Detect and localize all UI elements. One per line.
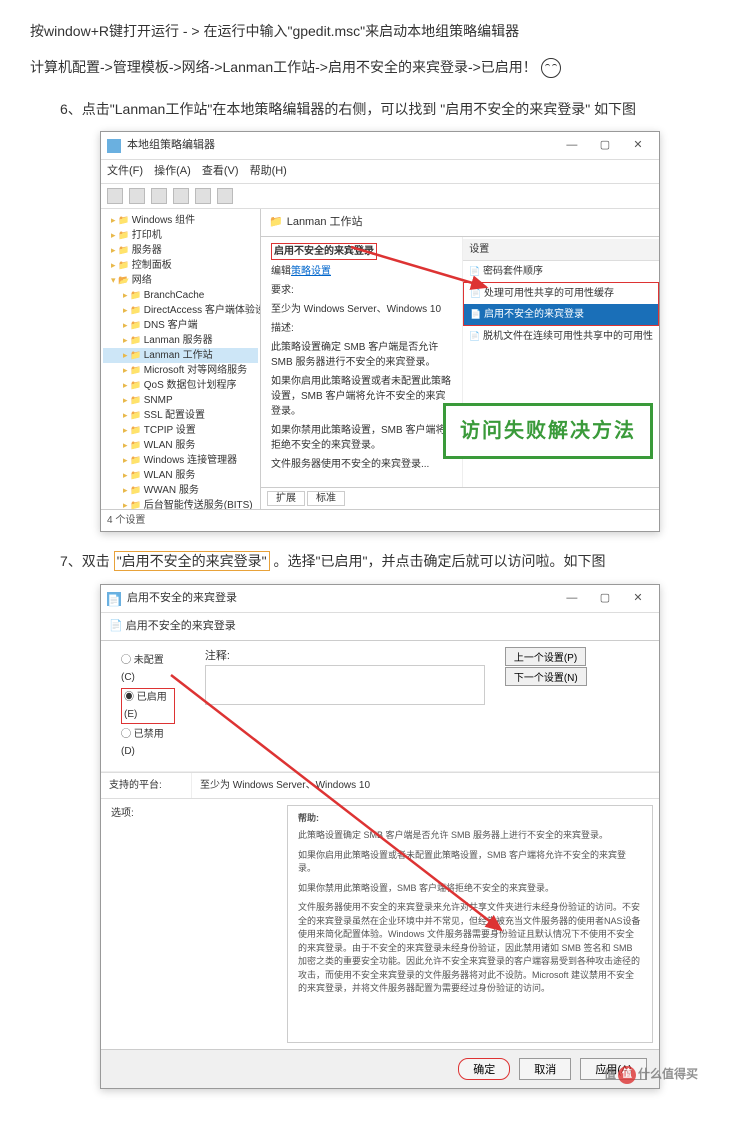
tree-node[interactable]: 服务器 xyxy=(103,243,258,258)
description-text-3: 如果你禁用此策略设置，SMB 客户端将拒绝不安全的来宾登录。 xyxy=(271,423,452,453)
help-text: 如果你启用此策略设置或者未配置此策略设置，SMB 客户端将允许不安全的来宾登录。 xyxy=(298,849,642,876)
tree-node[interactable]: TCPIP 设置 xyxy=(103,423,258,438)
close-button[interactable]: ✕ xyxy=(623,136,653,155)
tree-node[interactable]: Lanman 服务器 xyxy=(103,333,258,348)
menu-file[interactable]: 文件(F) xyxy=(107,165,143,177)
minimize-button[interactable]: — xyxy=(557,136,587,155)
requirement-text: 至少为 Windows Server、Windows 10 xyxy=(271,302,452,317)
maximize-button[interactable]: ▢ xyxy=(590,589,620,608)
step-7-text: 7、双击 "启用不安全的来宾登录" 。选择"已启用"，并点击确定后就可以访问啦。… xyxy=(60,550,704,574)
dialog-title: 启用不安全的来宾登录 xyxy=(127,589,557,608)
tree-node[interactable]: Windows 连接管理器 xyxy=(103,453,258,468)
dialog-app-icon: 📄 xyxy=(107,592,121,606)
next-setting-button[interactable]: 下一个设置(N) xyxy=(505,667,587,686)
help-text: 如果你禁用此策略设置，SMB 客户端将拒绝不安全的来宾登录。 xyxy=(298,882,642,896)
toolbar xyxy=(101,184,659,210)
radio-disabled[interactable]: ◯ 已禁用(D) xyxy=(121,726,175,760)
tab-standard[interactable]: 标准 xyxy=(307,491,345,506)
edit-policy-link[interactable]: 策略设置 xyxy=(291,266,331,277)
menu-view[interactable]: 查看(V) xyxy=(202,165,239,177)
tree-node[interactable]: WLAN 服务 xyxy=(103,438,258,453)
ok-button[interactable]: 确定 xyxy=(458,1058,510,1080)
tree-node[interactable]: 控制面板 xyxy=(103,258,258,273)
maximize-button[interactable]: ▢ xyxy=(590,136,620,155)
intro-line-2: 计算机配置->管理模板->网络->Lanman工作站->启用不安全的来宾登录->… xyxy=(30,56,704,80)
column-header-setting[interactable]: 设置 xyxy=(463,239,659,261)
supported-text: 至少为 Windows Server、Windows 10 xyxy=(191,773,659,798)
tree-node[interactable]: SNMP xyxy=(103,393,258,408)
tree-node[interactable]: 网络 xyxy=(103,273,258,288)
toolbar-back-icon[interactable] xyxy=(107,188,123,204)
setting-item[interactable]: 密码套件顺序 xyxy=(463,261,659,282)
pane-title: Lanman 工作站 xyxy=(287,213,363,232)
folder-icon: 📁 xyxy=(269,213,283,232)
toolbar-up-icon[interactable] xyxy=(151,188,167,204)
cancel-button[interactable]: 取消 xyxy=(519,1058,571,1080)
prev-setting-button[interactable]: 上一个设置(P) xyxy=(505,647,586,666)
watermark: 值值什么值得买 xyxy=(604,1064,698,1084)
tab-extended[interactable]: 扩展 xyxy=(267,491,305,506)
setting-item[interactable]: 脱机文件在连续可用性共享中的可用性 xyxy=(463,326,659,347)
toolbar-filter-icon[interactable] xyxy=(217,188,233,204)
setting-item-selected[interactable]: 启用不安全的来宾登录 xyxy=(464,304,658,325)
minimize-button[interactable]: — xyxy=(557,589,587,608)
tree-node[interactable]: 后台智能传送服务(BITS) xyxy=(103,498,258,509)
tree-node[interactable]: Windows 组件 xyxy=(103,213,258,228)
tree-node[interactable]: DNS 客户端 xyxy=(103,318,258,333)
toolbar-forward-icon[interactable] xyxy=(129,188,145,204)
annotation-callout: 访问失败解决方法 xyxy=(443,403,653,459)
description-text-2: 如果你启用此策略设置或者未配置此策略设置，SMB 客户端将允许不安全的来宾登录。 xyxy=(271,374,452,419)
notes-label: 注释: xyxy=(205,647,485,666)
supported-label: 支持的平台: xyxy=(101,773,191,798)
menubar: 文件(F) 操作(A) 查看(V) 帮助(H) xyxy=(101,160,659,184)
notes-textarea[interactable] xyxy=(205,665,485,705)
description-text: 此策略设置确定 SMB 客户端是否允许 SMB 服务器进行不安全的来宾登录。 xyxy=(271,340,452,370)
tree-node[interactable]: DirectAccess 客户端体验设 xyxy=(103,303,258,318)
setting-title-highlight: 启用不安全的来宾登录 xyxy=(271,243,377,260)
gpedit-window: 本地组策略编辑器 — ▢ ✕ 文件(F) 操作(A) 查看(V) 帮助(H) W… xyxy=(100,131,660,532)
toolbar-refresh-icon[interactable] xyxy=(173,188,189,204)
tree-node[interactable]: 打印机 xyxy=(103,228,258,243)
help-label: 帮助: xyxy=(298,812,642,826)
watermark-logo-icon: 值 xyxy=(618,1066,636,1084)
nav-tree[interactable]: Windows 组件打印机服务器控制面板网络BranchCacheDirectA… xyxy=(101,209,261,509)
status-bar: 4 个设置 xyxy=(101,509,659,531)
smirk-emoji-icon xyxy=(541,58,561,78)
window-title: 本地组策略编辑器 xyxy=(127,136,557,155)
gpedit-app-icon xyxy=(107,139,121,153)
tree-node[interactable]: QoS 数据包计划程序 xyxy=(103,378,258,393)
toolbar-help-icon[interactable] xyxy=(195,188,211,204)
description-label: 描述: xyxy=(271,321,452,336)
tree-node[interactable]: SSL 配置设置 xyxy=(103,408,258,423)
radio-enabled[interactable]: ◉ 已启用(E) xyxy=(121,688,175,724)
tree-node[interactable]: WLAN 服务 xyxy=(103,468,258,483)
help-text: 文件服务器使用不安全的来宾登录来允许对共享文件夹进行未经身份验证的访问。不安全的… xyxy=(298,901,642,996)
menu-help[interactable]: 帮助(H) xyxy=(250,165,287,177)
step-6-text: 6、点击"Lanman工作站"在本地策略编辑器的右侧，可以找到 "启用不安全的来… xyxy=(60,98,704,122)
intro-line-1: 按window+R键打开运行 - > 在运行中输入"gpedit.msc"来启动… xyxy=(30,20,704,44)
setting-item[interactable]: 处理可用性共享的可用性缓存 xyxy=(464,283,658,304)
tree-node[interactable]: WWAN 服务 xyxy=(103,483,258,498)
close-button[interactable]: ✕ xyxy=(623,589,653,608)
options-label: 选项: xyxy=(101,799,281,1049)
tree-node[interactable]: Microsoft 对等网络服务 xyxy=(103,363,258,378)
menu-action[interactable]: 操作(A) xyxy=(154,165,191,177)
tree-node[interactable]: Lanman 工作站 xyxy=(103,348,258,363)
description-text-4: 文件服务器使用不安全的来宾登录... xyxy=(271,457,452,472)
dialog-subtitle: 启用不安全的来宾登录 xyxy=(101,613,659,641)
policy-dialog: 📄 启用不安全的来宾登录 — ▢ ✕ 启用不安全的来宾登录 ◯ 未配置(C) ◉… xyxy=(100,584,660,1088)
tree-node[interactable]: BranchCache xyxy=(103,288,258,303)
requirement-label: 要求: xyxy=(271,283,452,298)
radio-not-configured[interactable]: ◯ 未配置(C) xyxy=(121,652,175,686)
